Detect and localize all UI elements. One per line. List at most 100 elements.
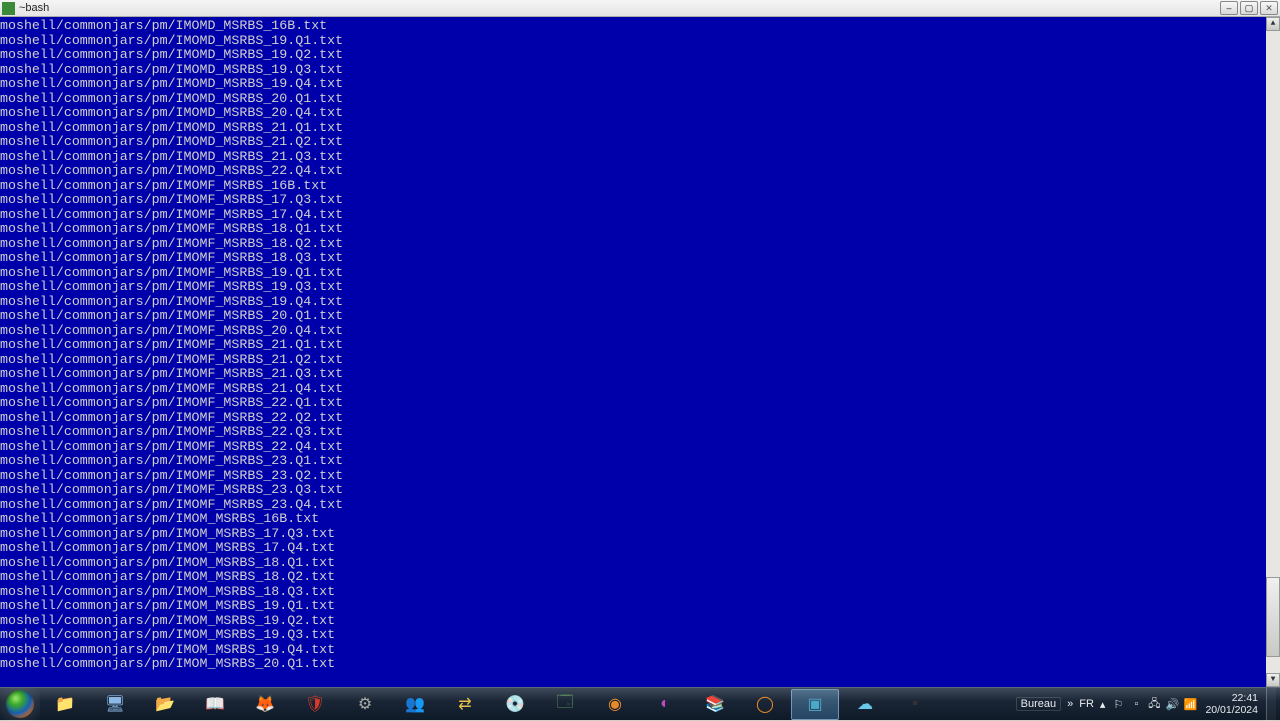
taskbar-item-disc-app[interactable]: ◉ xyxy=(591,689,639,720)
firefox-icon: 🦊 xyxy=(253,692,277,716)
security-app-icon: 🛡 xyxy=(303,692,327,716)
scroll-thumb[interactable] xyxy=(1266,577,1280,657)
terminal-line: moshell/commonjars/pm/IMOMF_MSRBS_22.Q2.… xyxy=(0,411,1266,426)
terminal-line: moshell/commonjars/pm/IMOMD_MSRBS_21.Q1.… xyxy=(0,121,1266,136)
terminal-line: moshell/commonjars/pm/IMOMF_MSRBS_23.Q1.… xyxy=(0,454,1266,469)
terminal-line: moshell/commonjars/pm/IMOMF_MSRBS_18.Q1.… xyxy=(0,222,1266,237)
terminal-line: moshell/commonjars/pm/IMOMF_MSRBS_23.Q3.… xyxy=(0,483,1266,498)
terminal-line: moshell/commonjars/pm/IMOMF_MSRBS_22.Q1.… xyxy=(0,396,1266,411)
terminal-line: moshell/commonjars/pm/IMOMD_MSRBS_20.Q1.… xyxy=(0,92,1266,107)
terminal-line: moshell/commonjars/pm/IMOM_MSRBS_17.Q3.t… xyxy=(0,527,1266,542)
terminal-line: moshell/commonjars/pm/IMOMF_MSRBS_18.Q3.… xyxy=(0,251,1266,266)
signal-icon[interactable]: 📶 xyxy=(1183,697,1197,711)
terminal-app-icon: ▣ xyxy=(803,692,827,716)
scroll-up-button[interactable]: ▲ xyxy=(1266,17,1280,31)
terminal-line: moshell/commonjars/pm/IMOM_MSRBS_19.Q1.t… xyxy=(0,599,1266,614)
show-desktop-button[interactable] xyxy=(1266,688,1276,721)
terminal-line: moshell/commonjars/pm/IMOMD_MSRBS_21.Q2.… xyxy=(0,135,1266,150)
title-bar: ~bash – ▢ ✕ xyxy=(0,0,1280,17)
taskbar-item-computer-app[interactable]: 🖥 xyxy=(91,689,139,720)
terminal-line: moshell/commonjars/pm/IMOMD_MSRBS_19.Q4.… xyxy=(0,77,1266,92)
taskbar-item-security-app[interactable]: 🛡 xyxy=(291,689,339,720)
terminal-line: moshell/commonjars/pm/IMOM_MSRBS_18.Q1.t… xyxy=(0,556,1266,571)
app-icon xyxy=(2,2,15,15)
taskbar-item-archive-app[interactable]: 📚 xyxy=(691,689,739,720)
taskbar-item-teams-app[interactable]: 👥 xyxy=(391,689,439,720)
archive-app-icon: 📚 xyxy=(703,692,727,716)
clock-time: 22:41 xyxy=(1205,692,1258,704)
terminal-line: moshell/commonjars/pm/IMOMF_MSRBS_22.Q3.… xyxy=(0,425,1266,440)
windows-orb-icon xyxy=(6,690,34,718)
taskbar-item-calc-app[interactable]: 🗔 xyxy=(541,689,589,720)
close-button[interactable]: ✕ xyxy=(1260,1,1278,15)
tray-icons: ⚐ ▫ 🖧 🔊 📶 xyxy=(1111,697,1197,711)
network-icon[interactable]: 🖧 xyxy=(1147,697,1161,711)
taskbar-item-firefox[interactable]: 🦊 xyxy=(241,689,289,720)
taskbar: 📁 🖥 📂 📖 🦊 🛡 ⚙ 👥 ⇄ 💿 🗔 ◉ ◐ 📚 ◯ ▣ ☁ ▪ Bureau » FR ▴ ⚐ ▫ 🖧 🔊… xyxy=(0,687,1280,720)
taskbar-item-media-app[interactable]: ◯ xyxy=(741,689,789,720)
ftp-app-icon: ⇄ xyxy=(453,692,477,716)
terminal-line: moshell/commonjars/pm/IMOM_MSRBS_18.Q2.t… xyxy=(0,570,1266,585)
documents-app-icon: 📂 xyxy=(153,692,177,716)
terminal-line: moshell/commonjars/pm/IMOM_MSRBS_17.Q4.t… xyxy=(0,541,1266,556)
terminal-line: moshell/commonjars/pm/IMOMF_MSRBS_22.Q4.… xyxy=(0,440,1266,455)
cloud-app-icon: ☁ xyxy=(853,692,877,716)
explorer-folder-icon: 📁 xyxy=(53,692,77,716)
taskbar-item-documents-app[interactable]: 📂 xyxy=(141,689,189,720)
start-button[interactable] xyxy=(0,688,40,721)
taskbar-item-terminal-app[interactable]: ▣ xyxy=(791,689,839,720)
taskbar-item-edge-app[interactable]: ◐ xyxy=(641,689,689,720)
taskbar-item-ftp-app[interactable]: ⇄ xyxy=(441,689,489,720)
terminal-output[interactable]: moshell/commonjars/pm/IMOMD_MSRBS_16B.tx… xyxy=(0,17,1280,687)
terminal-line: moshell/commonjars/pm/IMOMD_MSRBS_22.Q4.… xyxy=(0,164,1266,179)
taskbar-item-tool-app[interactable]: ⚙ xyxy=(341,689,389,720)
reader-app-icon: 📖 xyxy=(203,692,227,716)
window-controls: – ▢ ✕ xyxy=(1220,1,1278,15)
minimize-button[interactable]: – xyxy=(1220,1,1238,15)
terminal-line: moshell/commonjars/pm/IMOMF_MSRBS_17.Q3.… xyxy=(0,193,1266,208)
terminal-line: moshell/commonjars/pm/IMOMD_MSRBS_16B.tx… xyxy=(0,19,1266,34)
edge-app-icon: ◐ xyxy=(653,692,677,716)
tray-app-icon[interactable]: ▫ xyxy=(1129,697,1143,711)
terminal-line: moshell/commonjars/pm/IMOMF_MSRBS_21.Q3.… xyxy=(0,367,1266,382)
language-indicator[interactable]: FR xyxy=(1079,698,1094,710)
system-tray: Bureau » FR ▴ ⚐ ▫ 🖧 🔊 📶 22:41 20/01/2024 xyxy=(1016,688,1280,720)
taskbar-item-cloud-app[interactable]: ☁ xyxy=(841,689,889,720)
terminal-line: moshell/commonjars/pm/IMOM_MSRBS_20.Q1.t… xyxy=(0,657,1266,672)
terminal-line: moshell/commonjars/pm/IMOM_MSRBS_16B.txt xyxy=(0,512,1266,527)
scroll-down-button[interactable]: ▼ xyxy=(1266,673,1280,687)
terminal-line: moshell/commonjars/pm/IMOMF_MSRBS_18.Q2.… xyxy=(0,237,1266,252)
terminal-line: moshell/commonjars/pm/IMOM_MSRBS_18.Q3.t… xyxy=(0,585,1266,600)
terminal-line: moshell/commonjars/pm/IMOMF_MSRBS_21.Q1.… xyxy=(0,338,1266,353)
clock[interactable]: 22:41 20/01/2024 xyxy=(1201,692,1262,716)
window-title: ~bash xyxy=(19,2,49,14)
calc-app-icon: 🗔 xyxy=(553,692,577,716)
terminal-line: moshell/commonjars/pm/IMOMF_MSRBS_19.Q4.… xyxy=(0,295,1266,310)
task-items: 📁 🖥 📂 📖 🦊 🛡 ⚙ 👥 ⇄ 💿 🗔 ◉ ◐ 📚 ◯ ▣ ☁ ▪ xyxy=(40,688,940,720)
terminal-line: moshell/commonjars/pm/IMOMD_MSRBS_19.Q1.… xyxy=(0,34,1266,49)
terminal-line: moshell/commonjars/pm/IMOMF_MSRBS_17.Q4.… xyxy=(0,208,1266,223)
disc-app-icon: ◉ xyxy=(603,692,627,716)
taskbar-item-burn-app[interactable]: 💿 xyxy=(491,689,539,720)
taskbar-item-reader-app[interactable]: 📖 xyxy=(191,689,239,720)
terminal-line: moshell/commonjars/pm/IMOMD_MSRBS_19.Q3.… xyxy=(0,63,1266,78)
taskbar-item-explorer-folder[interactable]: 📁 xyxy=(41,689,89,720)
computer-app-icon: 🖥 xyxy=(103,692,127,716)
terminal-line: moshell/commonjars/pm/IMOMF_MSRBS_21.Q2.… xyxy=(0,353,1266,368)
terminal-line: moshell/commonjars/pm/IMOM_MSRBS_19.Q2.t… xyxy=(0,614,1266,629)
vertical-scrollbar[interactable]: ▲ ▼ xyxy=(1266,17,1280,687)
teams-app-icon: 👥 xyxy=(403,692,427,716)
show-hidden-icons[interactable]: ▴ xyxy=(1098,698,1108,711)
maximize-button[interactable]: ▢ xyxy=(1240,1,1258,15)
desktop-switcher[interactable]: Bureau xyxy=(1016,697,1061,711)
taskbar-item-cmd-app[interactable]: ▪ xyxy=(891,689,939,720)
flag-icon[interactable]: ⚐ xyxy=(1111,697,1125,711)
terminal-line: moshell/commonjars/pm/IMOMF_MSRBS_19.Q1.… xyxy=(0,266,1266,281)
volume-icon[interactable]: 🔊 xyxy=(1165,697,1179,711)
terminal-line: moshell/commonjars/pm/IMOM_MSRBS_19.Q3.t… xyxy=(0,628,1266,643)
tool-app-icon: ⚙ xyxy=(353,692,377,716)
tray-overflow-button[interactable]: » xyxy=(1065,698,1075,710)
terminal-line: moshell/commonjars/pm/IMOMD_MSRBS_21.Q3.… xyxy=(0,150,1266,165)
scroll-track[interactable] xyxy=(1266,31,1280,673)
terminal-line: moshell/commonjars/pm/IMOMF_MSRBS_21.Q4.… xyxy=(0,382,1266,397)
